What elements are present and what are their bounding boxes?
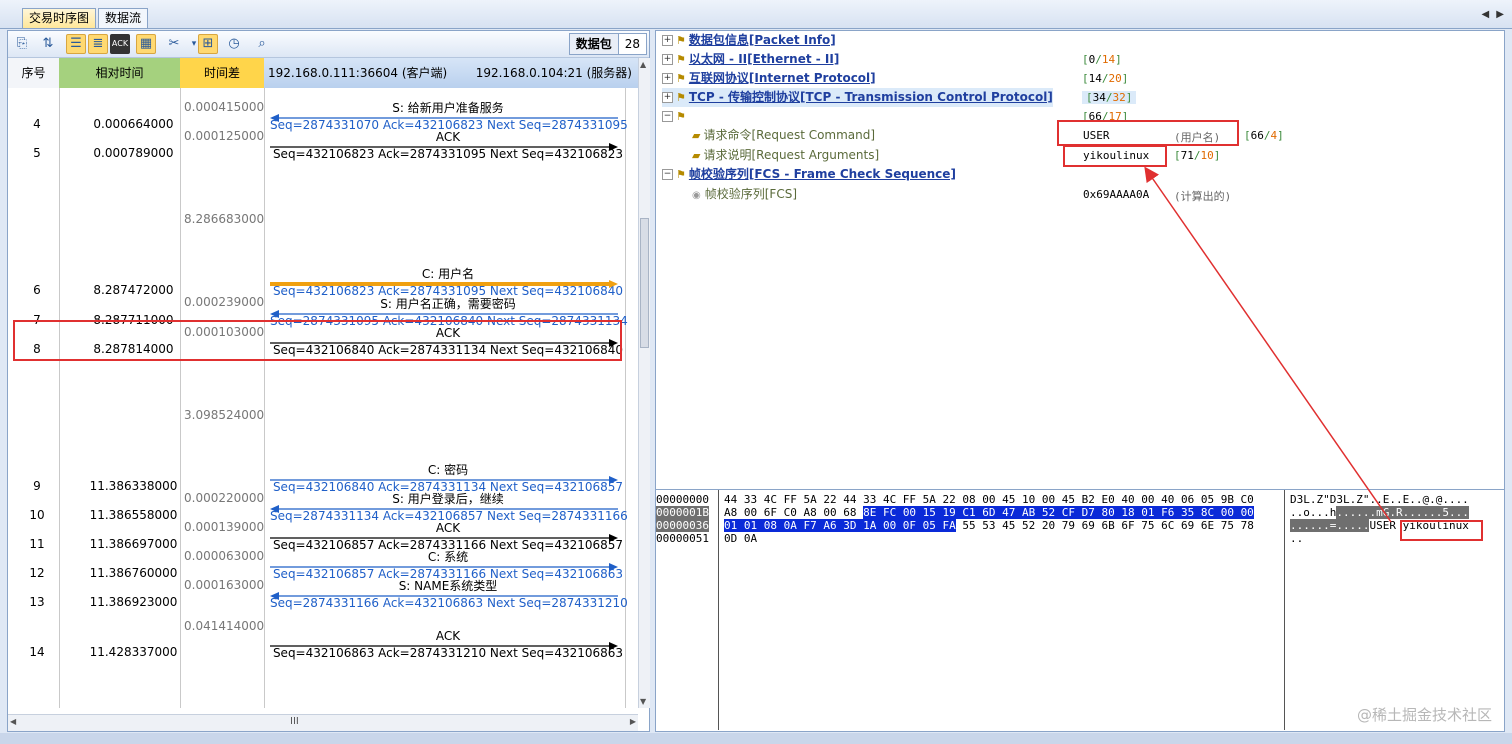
row-num[interactable]: 14 (8, 645, 66, 659)
row-relative-time[interactable]: 0.000664000 (73, 117, 194, 131)
message-arrow[interactable] (270, 561, 626, 573)
packet-count-value: 28 (624, 37, 640, 51)
ack-icon[interactable]: ACK (110, 34, 130, 54)
vertical-scrollbar[interactable]: ▲ ▼ (638, 58, 650, 708)
message-arrow[interactable] (270, 640, 626, 652)
delta-time: 8.286683000 (184, 212, 265, 226)
highlight-icon[interactable]: ▦ (136, 34, 156, 54)
sequence-diagram-pane: ⎘ ⇅ ☰ ≣ ACK ▦ ✂ ▾ ⊞ ◷ ⌕ 数据包 28 序号 相对时间 时… (7, 30, 650, 732)
arrow-head-right (609, 563, 618, 571)
row-relative-time[interactable]: 11.386338000 (73, 479, 194, 493)
scroll-up-icon[interactable]: ▲ (640, 60, 646, 69)
row-num[interactable]: 11 (8, 537, 66, 551)
message-arrow[interactable] (270, 141, 626, 153)
client-host: 192.168.0.111:36604 (客户端) (268, 66, 448, 80)
row-relative-time[interactable]: 11.386558000 (73, 508, 194, 522)
watermark: @稀土掘金技术社区 (1356, 706, 1492, 724)
highlight-box (13, 320, 622, 361)
message-arrow[interactable] (270, 590, 626, 602)
row-num[interactable]: 12 (8, 566, 66, 580)
packet-count-label: 数据包 (569, 34, 619, 54)
column-relative-time[interactable]: 相对时间 (59, 58, 180, 88)
delta-time: 3.098524000 (184, 408, 265, 422)
row-num[interactable]: 10 (8, 508, 66, 522)
packet-detail-pane: + ⚑ 数据包信息[Packet Info] + ⚑ 以太网 - II[Ethernet … (655, 30, 1505, 732)
arrow-head-right (609, 642, 618, 650)
row-num[interactable]: 6 (8, 283, 66, 297)
arrow-head-right (609, 476, 618, 484)
row-num[interactable]: 5 (8, 146, 66, 160)
row-num[interactable]: 9 (8, 479, 66, 493)
arrow-head-right (609, 280, 618, 288)
column-delta-time[interactable]: 时间差 (180, 58, 264, 88)
annotation-arrow (1144, 166, 1392, 523)
message-arrow[interactable] (270, 278, 626, 290)
scroll-left-icon[interactable]: ◀ (10, 717, 16, 726)
swap-icon[interactable]: ⇅ (38, 34, 58, 54)
row-relative-time[interactable]: 11.386697000 (73, 537, 194, 551)
list-icon[interactable]: ☰ (66, 34, 86, 54)
arrow-head-right (609, 534, 618, 542)
row-relative-time[interactable]: 0.000789000 (73, 146, 194, 160)
filter-icon[interactable]: ✂ (164, 34, 184, 54)
arrow-head-left (270, 114, 279, 122)
row-relative-time[interactable]: 11.428337000 (73, 645, 194, 659)
arrow-head-left (270, 505, 279, 513)
scroll-right-icon[interactable]: ▶ (630, 717, 636, 726)
server-host: 192.168.0.104:21 (服务器) (475, 66, 632, 80)
tab-bar: 交易时序图 数据流 ◀ ▶ (0, 0, 1512, 29)
message-arrow[interactable] (270, 532, 626, 544)
toolbar: ⎘ ⇅ ☰ ≣ ACK ▦ ✂ ▾ ⊞ ◷ ⌕ 数据包 28 (8, 31, 649, 58)
delta-time: 0.000415000 (184, 100, 265, 114)
scroll-grip[interactable]: III (290, 716, 299, 727)
horizontal-scrollbar[interactable]: ◀ III ▶ (8, 714, 638, 731)
delta-time: 0.000125000 (184, 129, 265, 143)
delta-time: 0.000220000 (184, 491, 265, 505)
delta-time: 0.041414000 (184, 619, 265, 633)
tree-icon[interactable]: ⊞ (198, 34, 218, 54)
row-relative-time[interactable]: 11.386923000 (73, 595, 194, 609)
delta-time: 0.000163000 (184, 578, 265, 592)
clock-icon[interactable]: ◷ (224, 34, 244, 54)
arrow-head-right (609, 143, 618, 151)
row-num[interactable]: 4 (8, 117, 66, 131)
column-num[interactable]: 序号 (8, 58, 59, 88)
message-arrow[interactable] (270, 112, 626, 124)
column-hosts[interactable]: 192.168.0.111:36604 (客户端) 192.168.0.104:… (264, 58, 638, 88)
delta-time: 0.000139000 (184, 520, 265, 534)
vertical-scroll-thumb[interactable] (640, 218, 649, 348)
row-relative-time[interactable]: 8.287472000 (73, 283, 194, 297)
arrow-head-left (270, 592, 279, 600)
scroll-down-icon[interactable]: ▼ (640, 697, 646, 706)
arrow-head-left (270, 310, 279, 318)
message-arrow[interactable] (270, 308, 626, 320)
tab-data-flow[interactable]: 数据流 (98, 8, 149, 28)
search-icon[interactable]: ⌕ (252, 34, 272, 54)
tab-scroll-arrows[interactable]: ◀ ▶ (1481, 9, 1506, 20)
tab-sequence-diagram[interactable]: 交易时序图 (22, 8, 97, 28)
message-arrow[interactable] (270, 474, 626, 486)
list-detail-icon[interactable]: ≣ (88, 34, 108, 54)
copy-icon[interactable]: ⎘ (12, 34, 32, 54)
status-bar (0, 733, 1512, 744)
delta-time: 0.000239000 (184, 295, 265, 309)
packet-count-box: 数据包 28 (568, 33, 647, 55)
row-relative-time[interactable]: 11.386760000 (73, 566, 194, 580)
rows: 0.000415000 0.000125000 8.286683000 0.00023… (1, 88, 638, 708)
column-header: 序号 相对时间 时间差 192.168.0.111:36604 (客户端) 19… (8, 58, 638, 88)
message-arrow[interactable] (270, 503, 626, 515)
annotation-arrow-layer (1144, 166, 1392, 523)
delta-time: 0.000063000 (184, 549, 265, 563)
row-num[interactable]: 13 (8, 595, 66, 609)
sequence-body: 0.000415000 0.000125000 8.286683000 0.00023… (8, 88, 638, 708)
